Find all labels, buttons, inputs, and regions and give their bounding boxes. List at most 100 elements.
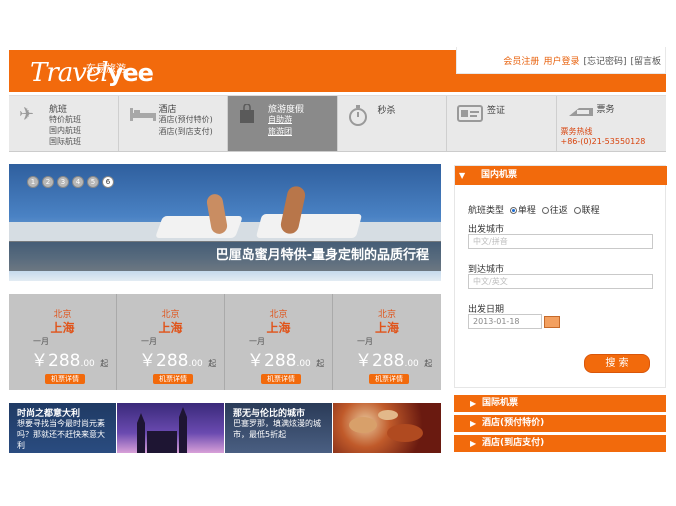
deal-price-value: 288 xyxy=(372,351,405,371)
radio-round-trip[interactable] xyxy=(541,207,549,214)
nav-sub-link[interactable]: 特价航班 xyxy=(49,114,81,125)
tile-desc-line: 想要寻找当今最时尚元素 xyxy=(17,419,105,428)
food-image-icon xyxy=(349,410,423,442)
promo-tile-food-image[interactable] xyxy=(333,403,441,453)
domestic-flights-header[interactable]: ▼ 国内机票 xyxy=(455,166,667,185)
carousel-dot[interactable]: 3 xyxy=(57,176,69,188)
deal-to-city: 上海 xyxy=(266,321,291,335)
deal-currency: ￥ xyxy=(355,351,372,371)
tab-label: 国际机票 xyxy=(482,398,519,408)
deal-price: ￥288.00 起 xyxy=(247,346,324,371)
carousel-dots: 1 2 3 4 5 6 xyxy=(27,176,114,188)
deal-price-decimal: .00 xyxy=(80,359,95,369)
nav-item-vacations[interactable]: 旅游度假 自助游 旅游团 xyxy=(228,96,338,151)
deal-details-button[interactable]: 机票详情 xyxy=(45,374,85,384)
from-city-input[interactable]: 中文/拼音 xyxy=(468,234,653,249)
deal-price-value: 288 xyxy=(264,351,297,371)
deal-to-city: 上海 xyxy=(50,321,75,335)
deal-currency: ￥ xyxy=(31,351,48,371)
calendar-icon[interactable] xyxy=(544,316,560,328)
deal-card: 北京 上海 一月 ￥288.00 起 机票详情 xyxy=(9,294,117,390)
deal-currency: ￥ xyxy=(139,351,156,371)
promo-tile-castle-image[interactable] xyxy=(117,403,224,453)
flight-deals: 北京 上海 一月 ￥288.00 起 机票详情 北京 上海 一月 ￥288.00… xyxy=(9,294,441,390)
deal-details-button[interactable]: 机票详情 xyxy=(369,374,409,384)
deal-details-button[interactable]: 机票详情 xyxy=(261,374,301,384)
carousel-dot[interactable]: 1 xyxy=(27,176,39,188)
nav-sub-link[interactable]: 自助游 xyxy=(268,114,292,125)
deal-details-button[interactable]: 机票详情 xyxy=(153,374,193,384)
lounge-chair xyxy=(255,214,363,238)
stopwatch-icon xyxy=(348,104,368,131)
nav-sub-link[interactable]: 酒店(预付特价) xyxy=(159,114,213,125)
top-links: 会员注册 用户登录 [忘记密码] [留言板 xyxy=(456,47,666,74)
nav-sub-link[interactable]: 国内航班 xyxy=(49,125,81,136)
radio-one-way[interactable] xyxy=(509,207,517,214)
triangle-down-icon: ▼ xyxy=(459,171,466,180)
tab-label: 酒店(到店支付) xyxy=(482,438,545,448)
deal-price: ￥288.00 起 xyxy=(139,346,216,371)
bed-icon xyxy=(129,104,157,127)
triangle-right-icon: ▶ xyxy=(470,419,477,428)
triangle-right-icon: ▶ xyxy=(470,439,477,448)
carousel-dot-active[interactable]: 6 xyxy=(102,176,114,188)
register-link[interactable]: 会员注册 xyxy=(503,54,539,67)
nav-item-visa[interactable]: 签证 xyxy=(447,96,557,151)
lounge-chair xyxy=(154,216,244,238)
trip-type-label: 航班类型 xyxy=(468,206,505,216)
deal-price: ￥288.00 起 xyxy=(355,346,432,371)
tab-hotel-prepaid[interactable]: ▶ 酒店(预付特价) xyxy=(454,415,666,432)
trip-type-row: 航班类型 单程 往返 联程 xyxy=(468,203,600,216)
tile-description: 想要寻找当今最时尚元素 吗？那就还不赶快来意大 利 xyxy=(17,418,105,451)
carousel-dot[interactable]: 4 xyxy=(72,176,84,188)
login-link[interactable]: 用户登录 xyxy=(543,54,579,67)
to-city-input[interactable]: 中文/英文 xyxy=(468,274,653,289)
deal-price-suffix: 起 xyxy=(316,359,325,368)
tile-desc-line: 吗？那就还不赶快来意大 xyxy=(17,430,105,439)
departure-date-input[interactable]: 2013-01-18 xyxy=(468,314,542,329)
flight-search-panel: ▼ 国内机票 航班类型 单程 往返 联程 出发城市 中文/拼音 到达城市 中文/英… xyxy=(454,165,667,388)
tab-international-flights[interactable]: ▶ 国际机票 xyxy=(454,395,666,412)
carousel-dot[interactable]: 5 xyxy=(87,176,99,188)
promo-tile-italy[interactable]: 时尚之都意大利 想要寻找当今最时尚元素 吗？那就还不赶快来意大 利 xyxy=(9,403,116,453)
nav-item-tickets[interactable]: 票务 票务热线 +86-(0)21-53550128 xyxy=(557,96,667,151)
tile-desc-line: 巴塞罗那，填满炫漫的城 xyxy=(233,419,321,428)
banner-caption: 巴厘岛蜜月特供-量身定制的品质行程 xyxy=(9,241,441,271)
deal-price-value: 288 xyxy=(156,351,189,371)
nav-sub-link[interactable]: 酒店(到店支付) xyxy=(159,126,213,137)
promo-banner[interactable]: 1 2 3 4 5 6 巴厘岛蜜月特供-量身定制的品质行程 xyxy=(9,164,441,281)
main-nav: ✈ 航班 特价航班 国内航班 国际航班 酒店 酒店(预付特价) 酒店(到店支付)… xyxy=(9,95,666,152)
id-card-icon xyxy=(457,104,483,127)
deal-price-suffix: 起 xyxy=(100,359,109,368)
promo-tile-barcelona[interactable]: 那无与伦比的城市 巴塞罗那，填满炫漫的城 市，最低5折起 xyxy=(225,403,332,453)
deal-card: 北京 上海 一月 ￥288.00 起 机票详情 xyxy=(117,294,225,390)
deal-price-decimal: .00 xyxy=(188,359,203,369)
search-button[interactable]: 搜 索 xyxy=(584,354,650,373)
tile-desc-line: 利 xyxy=(17,441,25,450)
forgot-password-link[interactable]: [忘记密码] xyxy=(583,54,626,67)
deal-currency: ￥ xyxy=(247,351,264,371)
nav-sub-link[interactable]: 旅游团 xyxy=(268,126,292,137)
message-board-link[interactable]: [留言板 xyxy=(630,54,661,67)
deal-to-city: 上海 xyxy=(158,321,183,335)
tab-label: 酒店(预付特价) xyxy=(482,418,545,428)
deal-card: 北京 上海 一月 ￥288.00 起 机票详情 xyxy=(333,294,441,390)
nav-item-flights[interactable]: ✈ 航班 特价航班 国内航班 国际航班 xyxy=(9,96,119,151)
deal-card: 北京 上海 一月 ￥288.00 起 机票详情 xyxy=(225,294,333,390)
nav-title: 票务 xyxy=(596,105,615,115)
ticket-hotline-number: +86-(0)21-53550128 xyxy=(560,137,646,146)
nav-item-flash-sale[interactable]: 秒杀 xyxy=(338,96,447,151)
deal-price-decimal: .00 xyxy=(296,359,311,369)
radio-label: 单程 xyxy=(517,206,536,216)
deal-price-decimal: .00 xyxy=(404,359,419,369)
deal-price-suffix: 起 xyxy=(208,359,217,368)
radio-label: 往返 xyxy=(549,206,568,216)
radio-multi-city[interactable] xyxy=(573,207,581,214)
tile-desc-line: 市，最低5折起 xyxy=(233,430,287,439)
nav-sub-link[interactable]: 国际航班 xyxy=(49,136,81,147)
nav-item-hotels[interactable]: 酒店 酒店(预付特价) 酒店(到店支付) xyxy=(119,96,228,151)
shopping-bag-icon xyxy=(238,103,256,129)
nav-title: 秒杀 xyxy=(377,106,396,116)
carousel-dot[interactable]: 2 xyxy=(42,176,54,188)
tab-hotel-pay-at-hotel[interactable]: ▶ 酒店(到店支付) xyxy=(454,435,666,452)
